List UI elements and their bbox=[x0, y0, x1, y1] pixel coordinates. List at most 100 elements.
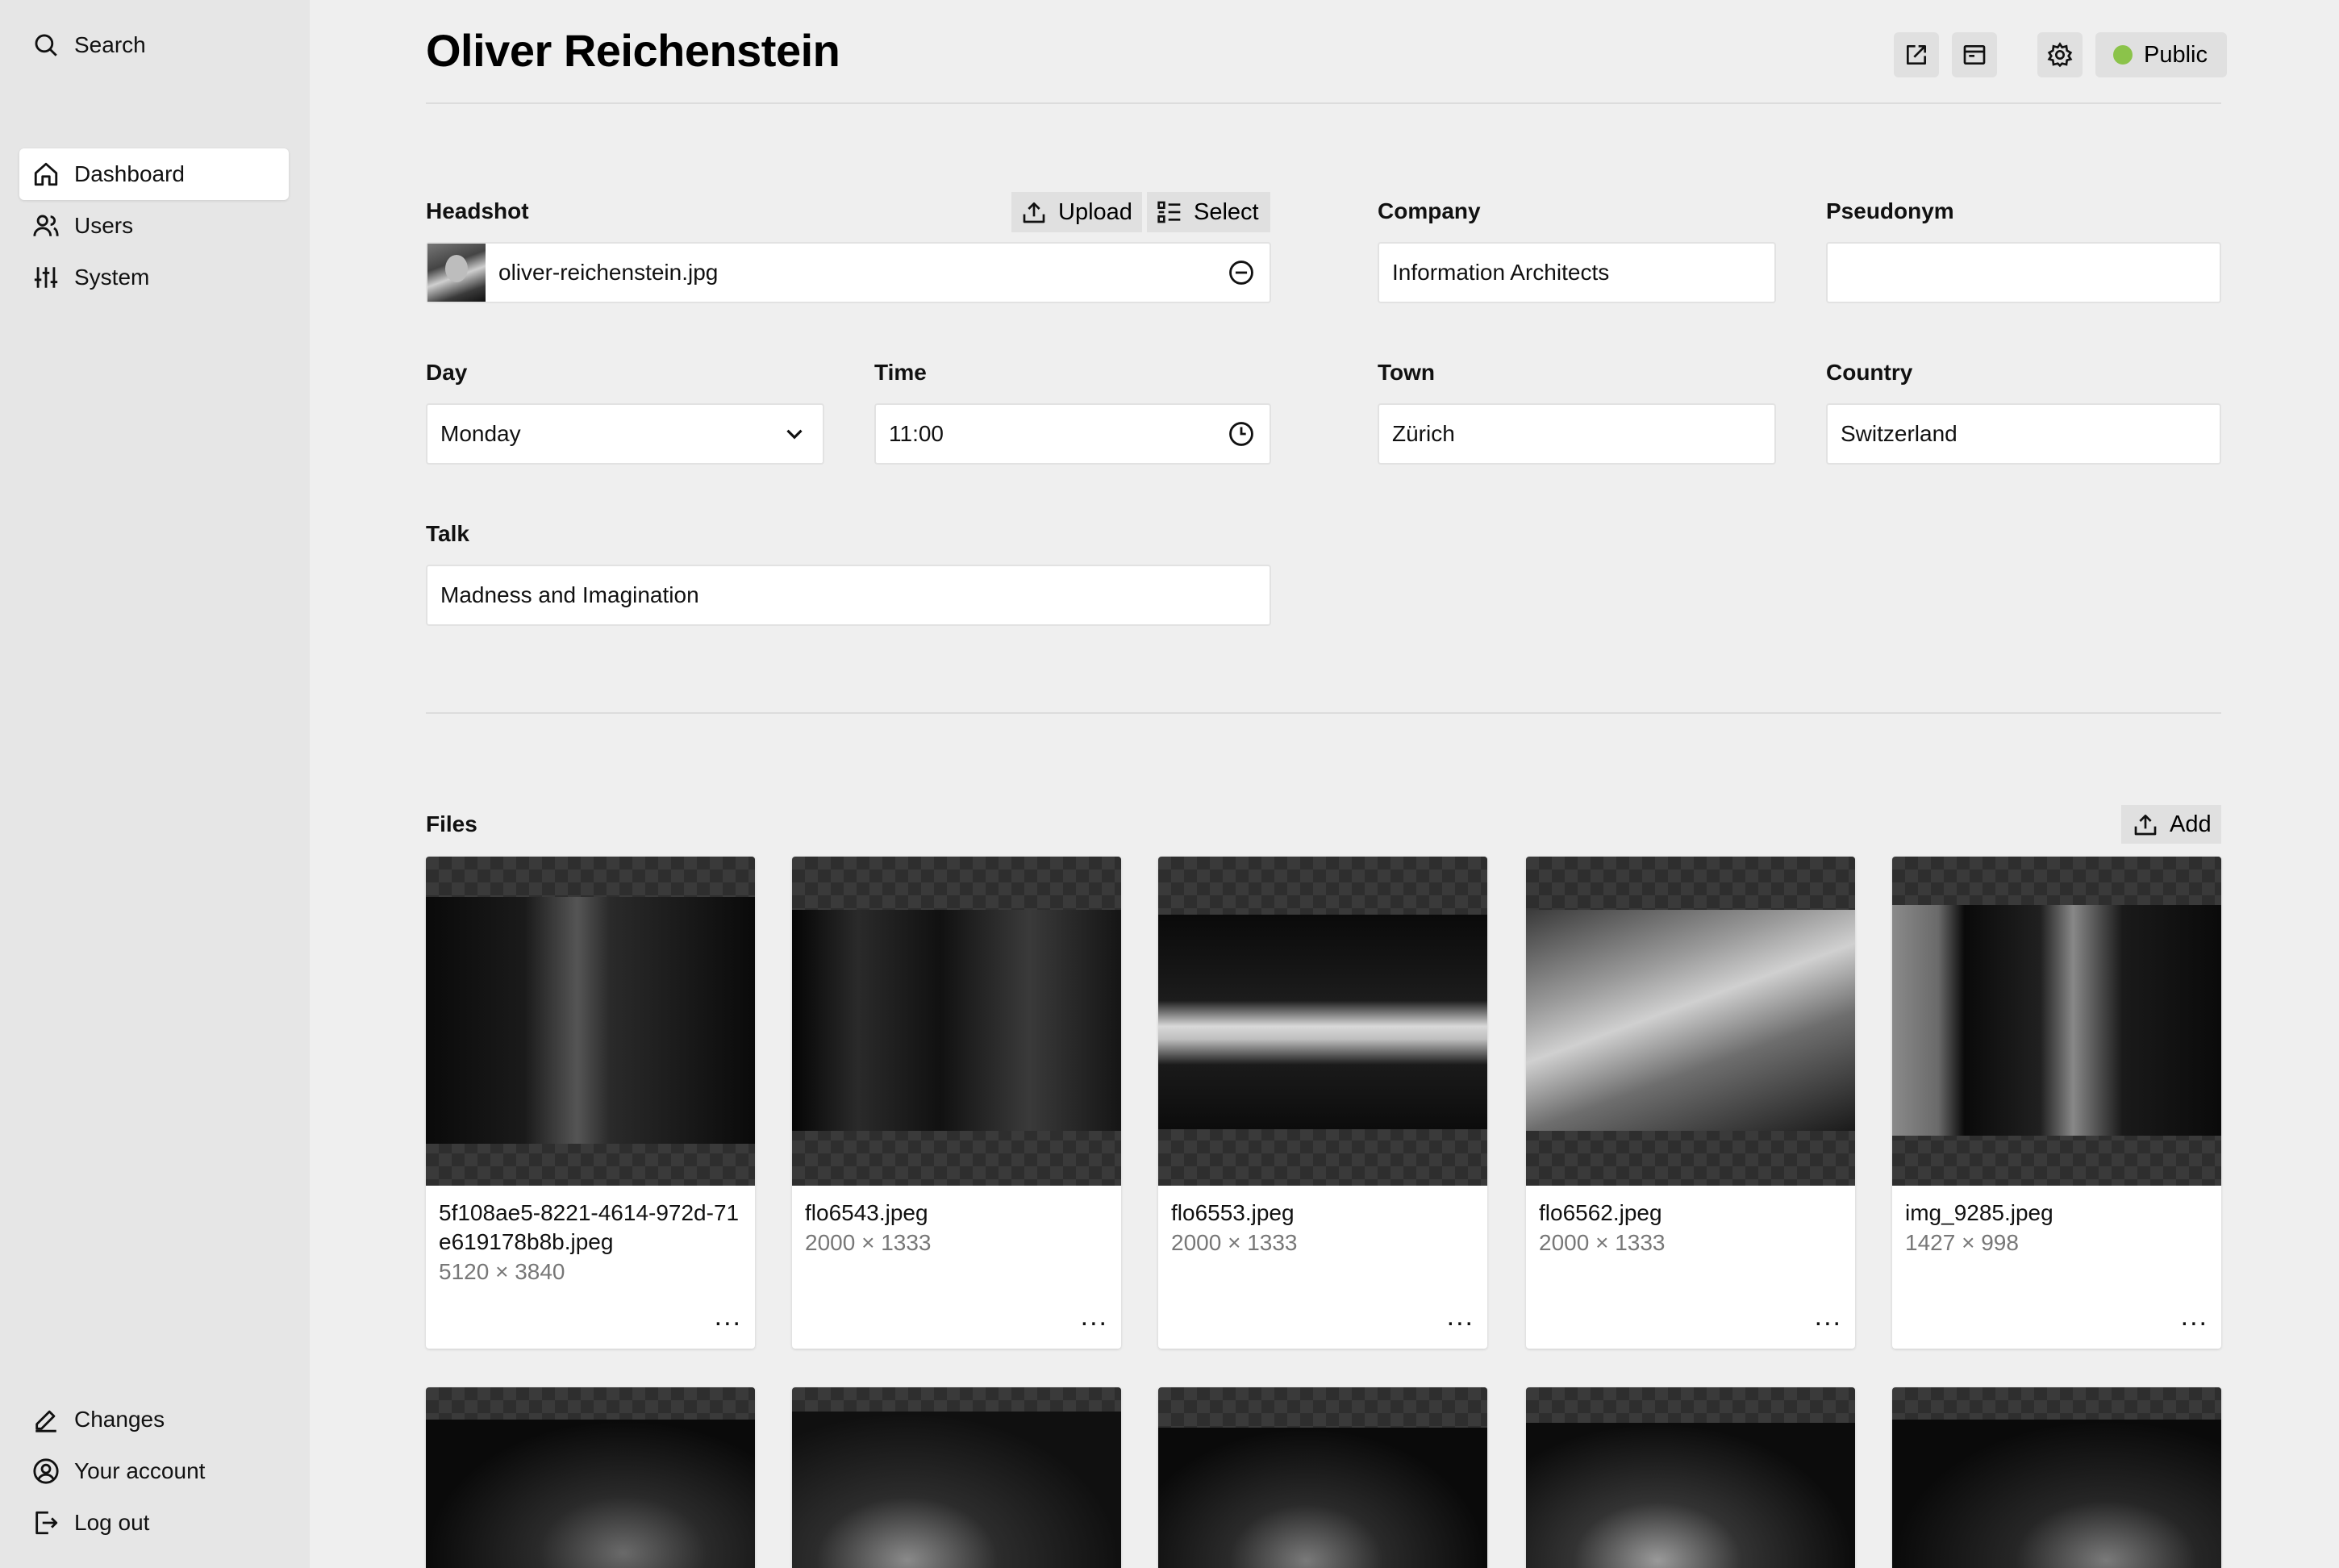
headshot-label: Headshot bbox=[426, 198, 529, 223]
window-icon bbox=[1963, 45, 1986, 65]
clock-icon bbox=[1229, 422, 1253, 446]
file-card[interactable] bbox=[426, 1387, 755, 1568]
chevron-down-icon bbox=[786, 429, 803, 440]
remove-headshot-button[interactable] bbox=[1228, 259, 1255, 286]
sidebar-item-dashboard[interactable]: Dashboard bbox=[19, 148, 289, 200]
file-name-text: flo6562.jpeg bbox=[1539, 1200, 1662, 1225]
preview-button[interactable] bbox=[1952, 32, 1997, 77]
file-card[interactable] bbox=[792, 1387, 1121, 1568]
status-dot bbox=[2113, 45, 2133, 65]
file-photo bbox=[792, 1412, 1121, 1568]
file-dimensions: 5120 × 3840 bbox=[439, 1259, 565, 1284]
file-thumbnail bbox=[792, 857, 1121, 1186]
select-button[interactable]: Select bbox=[1147, 192, 1270, 232]
file-thumbnail bbox=[426, 857, 755, 1186]
file-photo bbox=[1158, 915, 1487, 1129]
file-card[interactable] bbox=[1526, 1387, 1855, 1568]
sidebar-item-label: Your account bbox=[74, 1458, 206, 1483]
file-card[interactable]: 5f108ae5-8221-4614-972d-71e619178b8b.jpe… bbox=[426, 857, 755, 1349]
sidebar-item-label: Users bbox=[74, 213, 134, 238]
file-name-text: img_9285.jpeg bbox=[1905, 1200, 2053, 1225]
file-dimensions: 2000 × 1333 bbox=[1171, 1230, 1298, 1255]
add-file-button[interactable]: Add bbox=[2121, 805, 2221, 844]
day-value: Monday bbox=[440, 421, 521, 446]
upload-icon bbox=[1023, 202, 1045, 223]
sidebar-item-label: Log out bbox=[74, 1510, 150, 1535]
sidebar-item-changes[interactable]: Changes bbox=[19, 1394, 289, 1445]
pseudonym-field[interactable] bbox=[1826, 242, 2221, 303]
search-icon bbox=[35, 34, 57, 56]
settings-button[interactable] bbox=[2037, 32, 2083, 77]
sidebar-item-log-out[interactable]: Log out bbox=[19, 1497, 289, 1549]
external-link-icon bbox=[1907, 45, 1926, 65]
day-select-arrow bbox=[781, 420, 808, 448]
file-card[interactable]: flo6562.jpeg 2000 × 1333 ... bbox=[1526, 857, 1855, 1349]
talk-label: Talk bbox=[426, 521, 469, 546]
search-button[interactable]: Search bbox=[19, 19, 289, 71]
day-label: Day bbox=[426, 360, 468, 385]
sidebar-item-users[interactable]: Users bbox=[19, 200, 289, 252]
sidebar-item-label: System bbox=[74, 265, 150, 290]
file-name-text: 5f108ae5-8221-4614-972d-71e619178b8b.jpe… bbox=[439, 1200, 740, 1254]
file-thumbnail bbox=[426, 1387, 755, 1568]
status-label: Public bbox=[2144, 41, 2208, 68]
users-icon bbox=[33, 215, 59, 236]
company-label: Company bbox=[1378, 198, 1481, 223]
talk-field[interactable]: Madness and Imagination bbox=[426, 565, 1271, 626]
file-card[interactable] bbox=[1158, 1387, 1487, 1568]
file-more-button[interactable]: ... bbox=[715, 1303, 742, 1330]
file-more-button[interactable]: ... bbox=[1081, 1303, 1108, 1330]
upload-label: Upload bbox=[1058, 198, 1132, 225]
time-picker-button[interactable] bbox=[1228, 420, 1255, 448]
town-field[interactable]: Zürich bbox=[1378, 403, 1776, 465]
add-file-label: Add bbox=[2170, 811, 2212, 837]
day-select[interactable]: Monday bbox=[426, 403, 824, 465]
file-photo bbox=[1158, 1428, 1487, 1568]
page-title: Oliver Reichenstein bbox=[426, 25, 840, 76]
headshot-field[interactable]: oliver-reichenstein.jpg bbox=[426, 242, 1271, 303]
country-label: Country bbox=[1826, 360, 1913, 385]
sidebar-item-system[interactable]: System bbox=[19, 252, 289, 303]
file-more-button[interactable]: ... bbox=[1815, 1303, 1842, 1330]
file-dimensions: 1427 × 998 bbox=[1905, 1230, 2019, 1255]
company-field[interactable]: Information Architects bbox=[1378, 242, 1776, 303]
file-photo bbox=[426, 1420, 755, 1568]
headshot-thumbnail bbox=[427, 244, 486, 302]
account-icon bbox=[33, 1458, 59, 1484]
time-field[interactable]: 11:00 bbox=[874, 403, 1271, 465]
sidebar-item-label: Changes bbox=[74, 1407, 165, 1432]
file-name: flo6543.jpeg 2000 × 1333 bbox=[805, 1199, 1111, 1258]
file-card[interactable]: flo6553.jpeg 2000 × 1333 ... bbox=[1158, 857, 1487, 1349]
file-thumbnail bbox=[1892, 857, 2221, 1186]
sliders-icon bbox=[34, 267, 58, 288]
upload-button[interactable]: Upload bbox=[1011, 192, 1142, 232]
home-icon bbox=[34, 162, 58, 186]
search-label: Search bbox=[74, 32, 146, 57]
time-label: Time bbox=[874, 360, 927, 385]
file-thumbnail bbox=[1526, 1387, 1855, 1568]
file-card[interactable]: img_9285.jpeg 1427 × 998 ... bbox=[1892, 857, 2221, 1349]
sidebar-item-your-account[interactable]: Your account bbox=[19, 1445, 289, 1497]
file-photo bbox=[792, 910, 1121, 1131]
file-name: img_9285.jpeg 1427 × 998 bbox=[1905, 1199, 2212, 1258]
file-card[interactable] bbox=[1892, 1387, 2221, 1568]
time-value: 11:00 bbox=[889, 421, 944, 446]
file-more-button[interactable]: ... bbox=[1447, 1303, 1474, 1330]
company-value: Information Architects bbox=[1392, 260, 1610, 285]
file-thumbnail bbox=[792, 1387, 1121, 1568]
upload-icon bbox=[2134, 815, 2157, 836]
sidebar: Search Dashboard Users System Changes Yo… bbox=[0, 0, 310, 1568]
country-field[interactable]: Switzerland bbox=[1826, 403, 2221, 465]
file-more-button[interactable]: ... bbox=[2181, 1303, 2208, 1330]
open-external-button[interactable] bbox=[1894, 32, 1939, 77]
town-label: Town bbox=[1378, 360, 1436, 385]
gear-icon bbox=[2047, 42, 2073, 68]
header-divider bbox=[426, 102, 2221, 104]
file-card[interactable]: flo6543.jpeg 2000 × 1333 ... bbox=[792, 857, 1121, 1349]
file-thumbnail bbox=[1158, 1387, 1487, 1568]
remove-circle-icon bbox=[1229, 261, 1253, 285]
status-button[interactable]: Public bbox=[2095, 32, 2227, 77]
files-label: Files bbox=[426, 811, 477, 836]
section-divider bbox=[426, 712, 2221, 714]
file-name: flo6562.jpeg 2000 × 1333 bbox=[1539, 1199, 1845, 1258]
